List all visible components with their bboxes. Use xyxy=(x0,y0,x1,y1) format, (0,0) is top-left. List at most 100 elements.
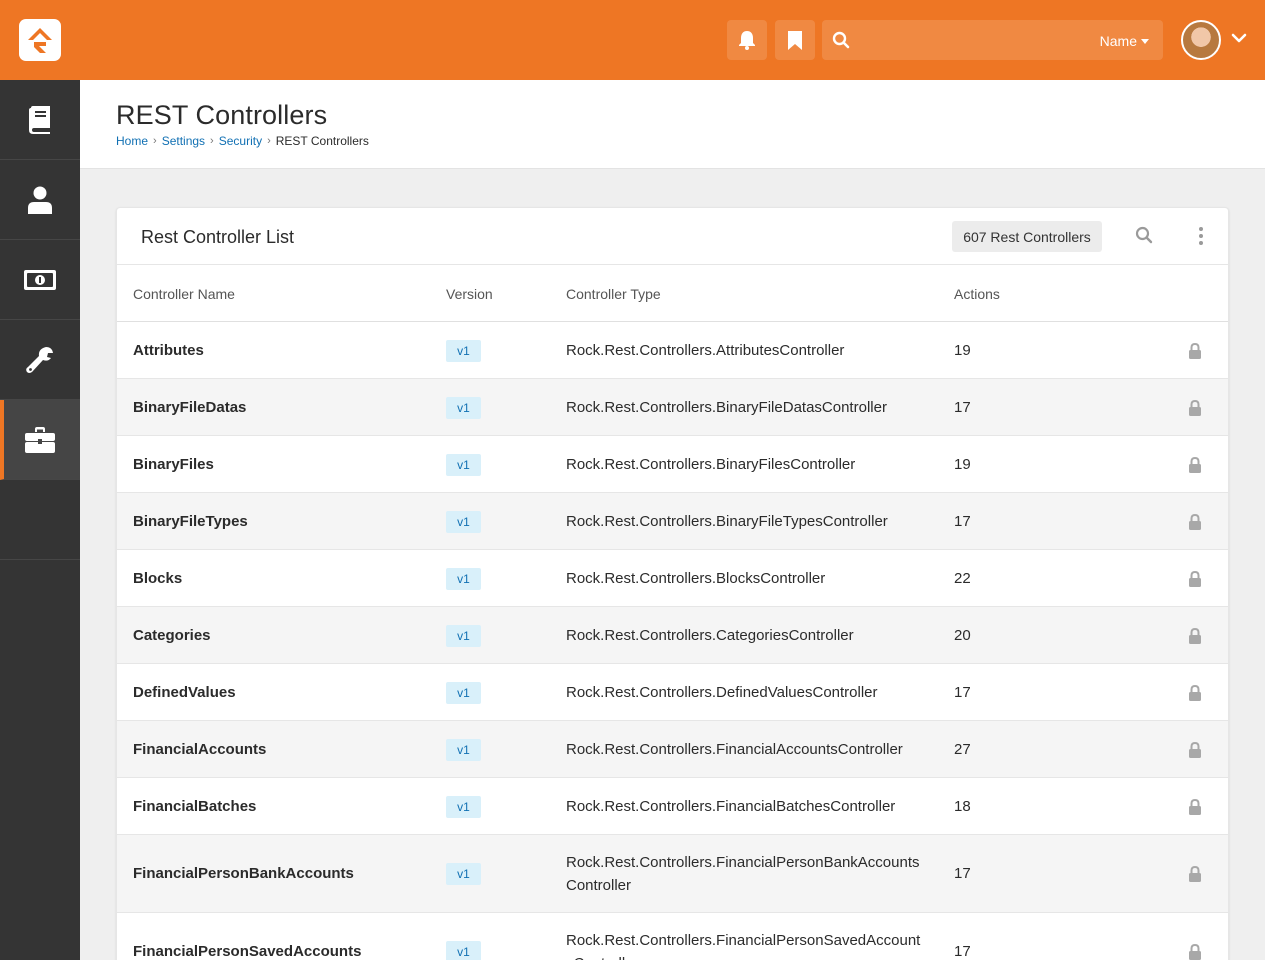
chevron-right-icon: › xyxy=(267,135,271,147)
search-icon[interactable] xyxy=(1135,226,1153,249)
lock-icon[interactable] xyxy=(1188,741,1202,758)
version-badge: v1 xyxy=(446,863,481,885)
column-header-controller-name[interactable]: Controller Name xyxy=(133,286,235,302)
sidebar-item-content[interactable] xyxy=(0,80,80,160)
lock-icon[interactable] xyxy=(1188,798,1202,815)
controller-type: Rock.Rest.Controllers.DefinedValuesContr… xyxy=(566,684,878,701)
lock-icon[interactable] xyxy=(1188,570,1202,587)
actions-count: 17 xyxy=(954,684,971,701)
table-row[interactable]: FinancialBatches v1 Rock.Rest.Controllers.… xyxy=(117,778,1228,835)
version-badge: v1 xyxy=(446,682,481,704)
controller-type: Rock.Rest.Controllers.AttributesControll… xyxy=(566,342,845,359)
search-input[interactable]: Name xyxy=(822,20,1163,60)
controller-type: Rock.Rest.Controllers.CategoriesControll… xyxy=(566,627,854,644)
wrench-icon xyxy=(26,346,53,373)
table-header: Controller Name Version Controller Type … xyxy=(117,265,1228,322)
lock-icon[interactable] xyxy=(1188,456,1202,473)
controller-type: Rock.Rest.Controllers.FinancialBatchesCo… xyxy=(566,798,896,815)
table-row[interactable]: FinancialAccounts v1 Rock.Rest.Controllers… xyxy=(117,721,1228,778)
controller-type: Rock.Rest.Controllers.BinaryFileTypesCon… xyxy=(566,513,888,530)
controller-name: FinancialBatches xyxy=(133,798,257,815)
lock-icon[interactable] xyxy=(1188,399,1202,416)
rest-controller-panel: Rest Controller List 607 Rest Controller… xyxy=(116,207,1229,960)
person-icon xyxy=(28,186,52,214)
logo-icon[interactable] xyxy=(19,19,61,61)
table-row[interactable]: Categories v1 Rock.Rest.Controllers.Catego… xyxy=(117,607,1228,664)
controller-name: Categories xyxy=(133,627,211,644)
count-badge: 607 Rest Controllers xyxy=(952,221,1102,252)
search-filter-label: Name xyxy=(1099,33,1137,49)
actions-count: 20 xyxy=(954,627,971,644)
caret-down-icon xyxy=(1141,38,1149,44)
version-badge: v1 xyxy=(446,796,481,818)
controller-name: FinancialPersonBankAccounts xyxy=(133,865,354,882)
controller-name: BinaryFileTypes xyxy=(133,513,248,530)
chevron-down-icon[interactable] xyxy=(1231,30,1247,51)
controller-name: FinancialAccounts xyxy=(133,741,267,758)
page-title: REST Controllers xyxy=(116,100,328,130)
book-icon xyxy=(29,105,50,134)
sidebar-item-admin[interactable] xyxy=(0,400,80,480)
version-badge: v1 xyxy=(446,941,481,960)
controller-type: Rock.Rest.Controllers.FinancialPersonSav… xyxy=(566,932,921,960)
table-row[interactable]: FinancialPersonBankAccounts v1 Rock.Rest.C… xyxy=(117,835,1228,913)
lock-icon[interactable] xyxy=(1188,513,1202,530)
version-badge: v1 xyxy=(446,625,481,647)
actions-count: 27 xyxy=(954,741,971,758)
table-row[interactable]: BinaryFileDatas v1 Rock.Rest.Controllers.B… xyxy=(117,379,1228,436)
briefcase-icon xyxy=(25,426,55,453)
actions-count: 17 xyxy=(954,943,971,960)
controller-name: BinaryFileDatas xyxy=(133,399,247,416)
column-header-actions[interactable]: Actions xyxy=(954,286,1000,302)
actions-count: 19 xyxy=(954,456,971,473)
table-row[interactable]: Attributes v1 Rock.Rest.Controllers.Attrib… xyxy=(117,322,1228,379)
breadcrumb-home[interactable]: Home xyxy=(116,134,148,148)
lock-icon[interactable] xyxy=(1188,943,1202,960)
version-badge: v1 xyxy=(446,739,481,761)
table-row[interactable]: DefinedValues v1 Rock.Rest.Controllers.Def… xyxy=(117,664,1228,721)
bell-icon xyxy=(739,31,755,50)
breadcrumb-settings[interactable]: Settings xyxy=(162,134,205,148)
more-options-icon[interactable] xyxy=(1197,226,1205,246)
panel-heading: Rest Controller List 607 Rest Controller… xyxy=(117,208,1228,265)
breadcrumb: Home › Settings › Security › REST Contro… xyxy=(116,134,369,148)
controller-type: Rock.Rest.Controllers.BinaryFileDatasCon… xyxy=(566,399,887,416)
column-header-controller-type[interactable]: Controller Type xyxy=(566,286,661,302)
lock-icon[interactable] xyxy=(1188,627,1202,644)
table-row[interactable]: FinancialPersonSavedAccounts v1 Rock.Rest.… xyxy=(117,913,1228,960)
breadcrumb-security[interactable]: Security xyxy=(219,134,262,148)
version-badge: v1 xyxy=(446,340,481,362)
money-icon xyxy=(24,269,56,290)
version-badge: v1 xyxy=(446,511,481,533)
version-badge: v1 xyxy=(446,454,481,476)
controller-name: BinaryFiles xyxy=(133,456,214,473)
notifications-button[interactable] xyxy=(727,20,767,60)
avatar[interactable] xyxy=(1181,20,1221,60)
actions-count: 19 xyxy=(954,342,971,359)
search-filter-dropdown[interactable]: Name xyxy=(1100,33,1149,49)
controller-name: DefinedValues xyxy=(133,684,236,701)
table-row[interactable]: BinaryFiles v1 Rock.Rest.Controllers.Binar… xyxy=(117,436,1228,493)
actions-count: 22 xyxy=(954,570,971,587)
top-navbar: Name xyxy=(0,0,1265,80)
table-row[interactable]: Blocks v1 Rock.Rest.Controllers.BlocksCont… xyxy=(117,550,1228,607)
sidebar-item-tools[interactable] xyxy=(0,320,80,400)
controller-type: Rock.Rest.Controllers.FinancialAccountsC… xyxy=(566,741,903,758)
chevron-right-icon: › xyxy=(210,135,214,147)
lock-icon[interactable] xyxy=(1188,342,1202,359)
bookmarks-button[interactable] xyxy=(775,20,815,60)
sidebar-item-people[interactable] xyxy=(0,160,80,240)
search-icon xyxy=(832,31,850,49)
column-header-version[interactable]: Version xyxy=(446,286,493,302)
lock-icon[interactable] xyxy=(1188,865,1202,882)
controller-name: Attributes xyxy=(133,342,204,359)
sidebar-item-finance[interactable] xyxy=(0,240,80,320)
bookmark-icon xyxy=(788,30,802,50)
lock-icon[interactable] xyxy=(1188,684,1202,701)
actions-count: 17 xyxy=(954,513,971,530)
controller-type: Rock.Rest.Controllers.BinaryFilesControl… xyxy=(566,456,856,473)
controller-type: Rock.Rest.Controllers.BlocksController xyxy=(566,570,826,587)
controller-name: FinancialPersonSavedAccounts xyxy=(133,943,362,960)
page-header: REST Controllers Home › Settings › Secur… xyxy=(80,80,1265,169)
table-row[interactable]: BinaryFileTypes v1 Rock.Rest.Controllers.B… xyxy=(117,493,1228,550)
